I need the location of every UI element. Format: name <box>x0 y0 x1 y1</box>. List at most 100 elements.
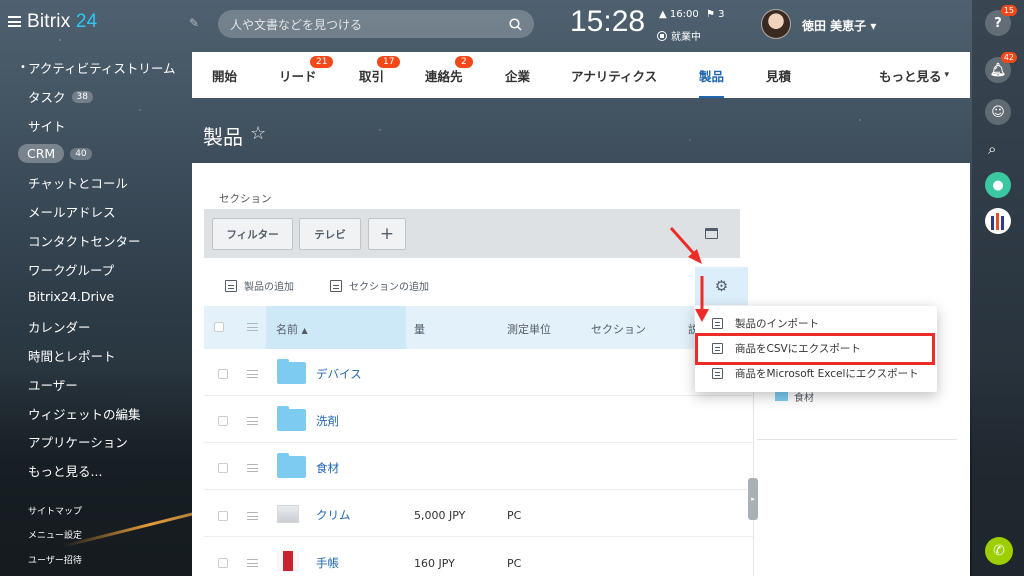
row-menu-icon[interactable] <box>247 464 258 472</box>
sidebar-item-label: コンタクトセンター <box>28 234 141 249</box>
clock[interactable]: 15:28 <box>570 5 645 39</box>
sidebar-item-label: 時間とレポート <box>28 349 116 364</box>
sidebar-item-mail[interactable]: メールアドレス <box>28 202 116 221</box>
sidebar-footer-menu-settings[interactable]: メニュー設定 <box>28 528 82 541</box>
tab-label: もっと見る <box>879 68 942 84</box>
column-header-quantity[interactable]: 量 <box>414 321 425 337</box>
tab-companies[interactable]: 企業 <box>505 52 530 98</box>
tab-more[interactable]: もっと見る ▾ <box>879 52 949 98</box>
sidebar-item-chat[interactable]: チャットとコール <box>28 173 128 192</box>
tab-label: 連絡先 <box>425 68 463 84</box>
crm-tab-bar: 開始 リード 21 取引 17 連絡先 2 企業 アナリティクス 製品 見積 もっと見… <box>192 52 970 98</box>
filter-button[interactable]: フィルター <box>212 218 293 250</box>
sidebar-footer-sitemap[interactable]: サイトマップ <box>28 504 82 517</box>
menu-item-export-excel[interactable]: 商品をMicrosoft Excelにエクスポート <box>695 361 937 385</box>
tab-quotes[interactable]: 見積 <box>766 52 791 98</box>
row-menu-icon[interactable] <box>247 417 258 425</box>
menu-item-label: 商品をCSVにエクスポート <box>735 342 861 355</box>
sidebar-item-contact-center[interactable]: コンタクトセンター <box>28 231 141 250</box>
column-header-label: 名前 <box>276 323 298 336</box>
user-menu[interactable]: 徳田 美恵子 ▾ <box>802 17 876 34</box>
sidebar-item-applications[interactable]: アプリケーション <box>28 432 128 451</box>
tab-label: 開始 <box>212 68 238 84</box>
sidebar-item-widgets[interactable]: ウィジェットの編集 <box>28 404 141 423</box>
folder-icon <box>277 359 306 384</box>
phone-icon[interactable]: ✆ <box>985 537 1013 565</box>
tab-badge: 17 <box>377 56 401 68</box>
document-icon <box>225 279 237 292</box>
column-header-unit[interactable]: 測定単位 <box>507 321 551 337</box>
sidebar-item-label: アプリケーション <box>28 435 128 450</box>
column-settings-icon[interactable] <box>247 323 258 331</box>
row-menu-icon[interactable] <box>247 512 258 520</box>
sidebar-item-label: Bitrix24.Drive <box>28 289 115 304</box>
edit-pencil-icon[interactable]: ✎ <box>189 16 199 30</box>
sidebar-footer-invite[interactable]: ユーザー招待 <box>28 553 82 566</box>
page-title: 製品 <box>203 125 243 149</box>
tab-label: 製品 <box>699 68 725 84</box>
user-avatar[interactable] <box>761 9 791 39</box>
alarm-time[interactable]: ▲ 16:00 <box>659 9 699 20</box>
search-icon[interactable]: ⌕ <box>988 140 996 158</box>
sidebar-item-calendar[interactable]: カレンダー <box>28 317 91 336</box>
row-checkbox[interactable] <box>218 558 228 568</box>
tab-products[interactable]: 製品 <box>699 52 725 98</box>
sidebar-item-users[interactable]: ユーザー <box>28 375 78 394</box>
row-checkbox[interactable] <box>218 416 228 426</box>
contact-avatar[interactable]: ● <box>985 172 1011 198</box>
folder-add-icon <box>330 279 342 292</box>
row-menu-icon[interactable] <box>247 559 258 567</box>
tab-deals[interactable]: 取引 17 <box>359 52 401 98</box>
search-icon[interactable] <box>509 17 522 31</box>
menu-item-label: 商品をMicrosoft Excelにエクスポート <box>735 367 919 380</box>
sidebar-item-workgroups[interactable]: ワークグループ <box>28 260 114 279</box>
sidebar-item-label: CRM <box>18 144 65 163</box>
row-name-link[interactable]: 食材 <box>316 460 339 476</box>
flag-counter[interactable]: ⚑ 3 <box>706 9 725 20</box>
menu-toggle-icon[interactable] <box>8 16 21 27</box>
select-all-checkbox[interactable] <box>214 322 224 332</box>
add-section-button[interactable]: セクションの追加 <box>330 278 429 293</box>
folder-icon <box>277 406 306 431</box>
bars-logo-icon <box>991 213 1004 230</box>
tab-label: 企業 <box>505 68 531 84</box>
row-name-link[interactable]: 手帳 <box>316 555 339 571</box>
tab-analytics[interactable]: アナリティクス <box>571 52 657 98</box>
help-icon[interactable]: ? 15 <box>985 5 1017 36</box>
column-header-section[interactable]: セクション <box>591 321 646 337</box>
sidebar-item-drive[interactable]: Bitrix24.Drive <box>28 289 114 304</box>
row-checkbox[interactable] <box>218 369 228 379</box>
row-name-link[interactable]: 洗剤 <box>316 413 339 429</box>
sidebar-item-crm[interactable]: CRM 40 <box>18 144 92 163</box>
column-header-name[interactable]: 名前 ▲ <box>276 321 308 337</box>
row-name-link[interactable]: クリム <box>316 507 351 523</box>
star-icon[interactable]: ☆ <box>250 123 266 144</box>
sidebar-item-sites[interactable]: サイト <box>28 116 66 135</box>
tv-filter-button[interactable]: テレビ <box>299 218 361 250</box>
work-status[interactable]: 就業中 <box>657 28 701 43</box>
tab-label: 取引 <box>359 68 385 84</box>
sidebar-item-tasks[interactable]: タスク 38 <box>28 87 93 106</box>
product-thumbnail <box>277 550 299 572</box>
bell-icon[interactable]: 🔔︎ 42 <box>985 52 1017 83</box>
row-checkbox[interactable] <box>218 511 228 521</box>
chat-icon[interactable]: ☺ <box>985 99 1011 125</box>
tab-start[interactable]: 開始 <box>212 52 237 98</box>
row-checkbox[interactable] <box>218 463 228 473</box>
company-logo-avatar[interactable] <box>985 208 1011 234</box>
help-badge: 15 <box>1000 5 1017 16</box>
add-product-button[interactable]: 製品の追加 <box>225 278 294 293</box>
row-name-link[interactable]: デバイス <box>316 366 362 382</box>
add-filter-button[interactable]: + <box>368 218 406 250</box>
sidebar-item-activity-stream[interactable]: アクティビティストリーム <box>20 58 175 77</box>
search-input[interactable]: 人や文書などを見つける <box>218 10 534 38</box>
tab-leads[interactable]: リード 21 <box>279 52 334 98</box>
panel-resize-handle[interactable]: ▸ <box>748 478 758 520</box>
row-menu-icon[interactable] <box>247 370 258 378</box>
app-logo[interactable]: Bitrix 24 <box>27 11 97 33</box>
tab-contacts[interactable]: 連絡先 2 <box>425 52 473 98</box>
sidebar-item-label: ユーザー <box>28 378 78 393</box>
sidebar-item-more[interactable]: もっと見る... <box>28 461 102 480</box>
divider <box>757 439 957 440</box>
sidebar-item-time-reports[interactable]: 時間とレポート <box>28 346 116 365</box>
